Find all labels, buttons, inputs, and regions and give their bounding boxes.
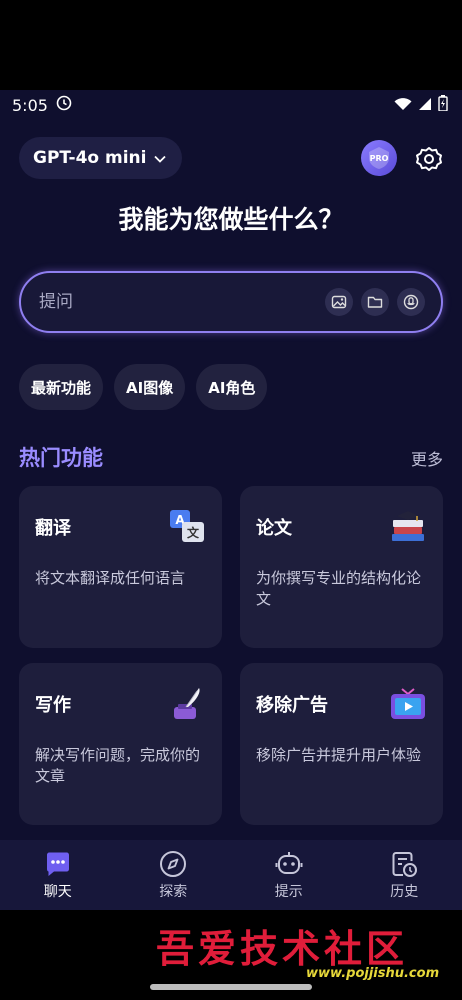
feature-card-translate[interactable]: 翻译 A 文 将文本翻译成任何语言	[19, 486, 222, 648]
nav-chat[interactable]: 聊天	[18, 849, 98, 901]
feature-card-essay[interactable]: 论文 为你撰写专业的结构化论文	[240, 486, 443, 648]
nav-label: 提示	[274, 884, 303, 900]
battery-icon	[438, 95, 448, 115]
page-headline: 我能为您做些什么？	[118, 205, 344, 234]
chevron-down-icon	[154, 148, 167, 168]
prompt-input[interactable]	[39, 292, 325, 312]
home-gesture-bar[interactable]	[150, 984, 312, 990]
card-description: 移除广告并提升用户体验	[256, 746, 422, 764]
nav-history[interactable]: 历史	[364, 849, 444, 901]
image-upload-button[interactable]	[325, 288, 353, 316]
tv-ad-icon	[389, 685, 427, 723]
signal-icon	[418, 96, 432, 115]
svg-text:文: 文	[187, 525, 200, 540]
robot-icon	[275, 852, 303, 874]
card-description: 解决写作问题，完成你的文章	[35, 746, 201, 785]
compass-icon	[160, 851, 187, 877]
bottom-navigation: 聊天 探索 提示 历史	[0, 840, 462, 910]
card-description: 为你撰写专业的结构化论文	[256, 569, 422, 608]
card-description: 将文本翻译成任何语言	[35, 569, 186, 587]
chip-ai-image[interactable]: AI图像	[114, 364, 186, 410]
site-watermark: 吾爱技术社区	[156, 926, 409, 971]
feature-card-remove-ads[interactable]: 移除广告 移除广告并提升用户体验	[240, 663, 443, 825]
nav-label: 聊天	[43, 884, 72, 900]
pro-badge-button[interactable]: PRO	[361, 140, 397, 176]
chip-ai-character[interactable]: AI角色	[196, 364, 268, 410]
folder-icon	[367, 296, 383, 308]
nav-label: 探索	[159, 884, 188, 900]
watermark-url: www.pojjishu.com	[306, 966, 440, 981]
microphone-icon	[403, 294, 419, 310]
nav-explore[interactable]: 探索	[133, 849, 213, 901]
clock-icon	[56, 95, 72, 115]
file-upload-button[interactable]	[361, 288, 389, 316]
prompt-box[interactable]	[19, 271, 443, 333]
ink-quill-icon	[168, 685, 206, 723]
wifi-icon	[394, 96, 412, 115]
status-time: 5:05	[12, 95, 48, 115]
nav-prompts[interactable]: 提示	[249, 849, 329, 901]
app-screen: 5:05 GPT-4o mini PRO 我能为您做些什么？ 提问 最新功能 A…	[0, 90, 462, 910]
gear-icon	[416, 147, 442, 171]
pro-label: PRO	[369, 153, 389, 163]
books-icon	[389, 508, 427, 546]
history-icon	[392, 852, 418, 877]
chip-latest-features[interactable]: 最新功能	[19, 364, 104, 410]
section-title: 热门功能	[19, 446, 103, 470]
image-icon	[331, 295, 347, 309]
quick-chips: 最新功能 AI图像 AI角色	[19, 364, 268, 410]
translate-icon: A 文	[168, 508, 206, 546]
more-link[interactable]: 更多	[411, 446, 443, 470]
status-bar: 5:05	[0, 90, 462, 120]
chat-icon	[46, 852, 69, 876]
model-label: GPT-4o mini	[33, 148, 147, 168]
settings-button[interactable]	[412, 142, 446, 176]
voice-button[interactable]	[397, 288, 425, 316]
feature-card-writing[interactable]: 写作 解决写作问题，完成你的文章	[19, 663, 222, 825]
model-selector[interactable]: GPT-4o mini	[19, 137, 183, 179]
nav-label: 历史	[390, 884, 419, 900]
